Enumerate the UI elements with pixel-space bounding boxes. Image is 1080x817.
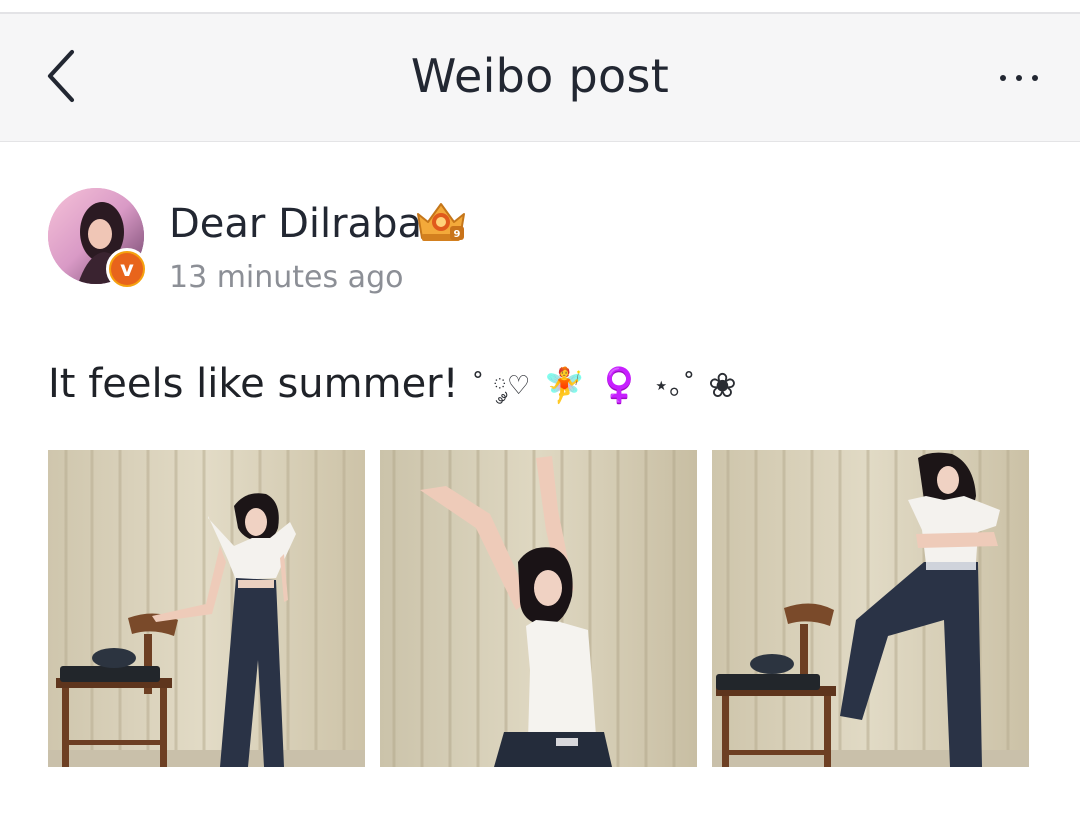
photo-thumbnail-3[interactable] <box>712 450 1029 767</box>
post-text-decoration: ⋆｡˚ <box>653 371 696 401</box>
fairy-emoji: 🧚 <box>542 366 586 406</box>
post-author-header: v Dear Dilraba 9 13 minutes ago <box>48 188 1038 298</box>
flower-emoji: ❀ <box>708 366 737 406</box>
more-dot-icon <box>1032 75 1038 81</box>
verified-v-icon: v <box>111 253 143 285</box>
more-dot-icon <box>1016 75 1022 81</box>
navigation-bar: Weibo post <box>0 14 1080 142</box>
more-dot-icon <box>1000 75 1006 81</box>
back-button[interactable] <box>34 44 90 108</box>
post-timestamp: 13 minutes ago <box>169 260 404 295</box>
author-name[interactable]: Dear Dilraba <box>169 198 422 250</box>
female-sign-emoji: ♀️ <box>598 366 641 406</box>
chevron-left-icon <box>47 49 75 103</box>
photo-thumbnail-2[interactable] <box>380 450 697 767</box>
photo-image <box>380 450 697 767</box>
post-content-text: It feels like summer! ˚ ༘♡ 🧚 ♀️ ⋆｡˚ ❀ <box>48 352 1038 418</box>
post-text-decoration: ˚ ༘♡ <box>471 371 531 401</box>
post-text-main: It feels like summer! <box>48 361 459 407</box>
photo-image <box>48 450 365 767</box>
more-options-button[interactable] <box>984 58 1054 98</box>
crown-rank-icon[interactable]: 9 <box>412 198 470 246</box>
photo-grid <box>48 450 1030 767</box>
page-title: Weibo post <box>410 49 670 103</box>
status-bar-edge <box>0 0 1080 14</box>
svg-text:9: 9 <box>454 229 461 240</box>
photo-image <box>712 450 1029 767</box>
photo-thumbnail-1[interactable] <box>48 450 365 767</box>
verified-badge: v <box>106 248 148 290</box>
